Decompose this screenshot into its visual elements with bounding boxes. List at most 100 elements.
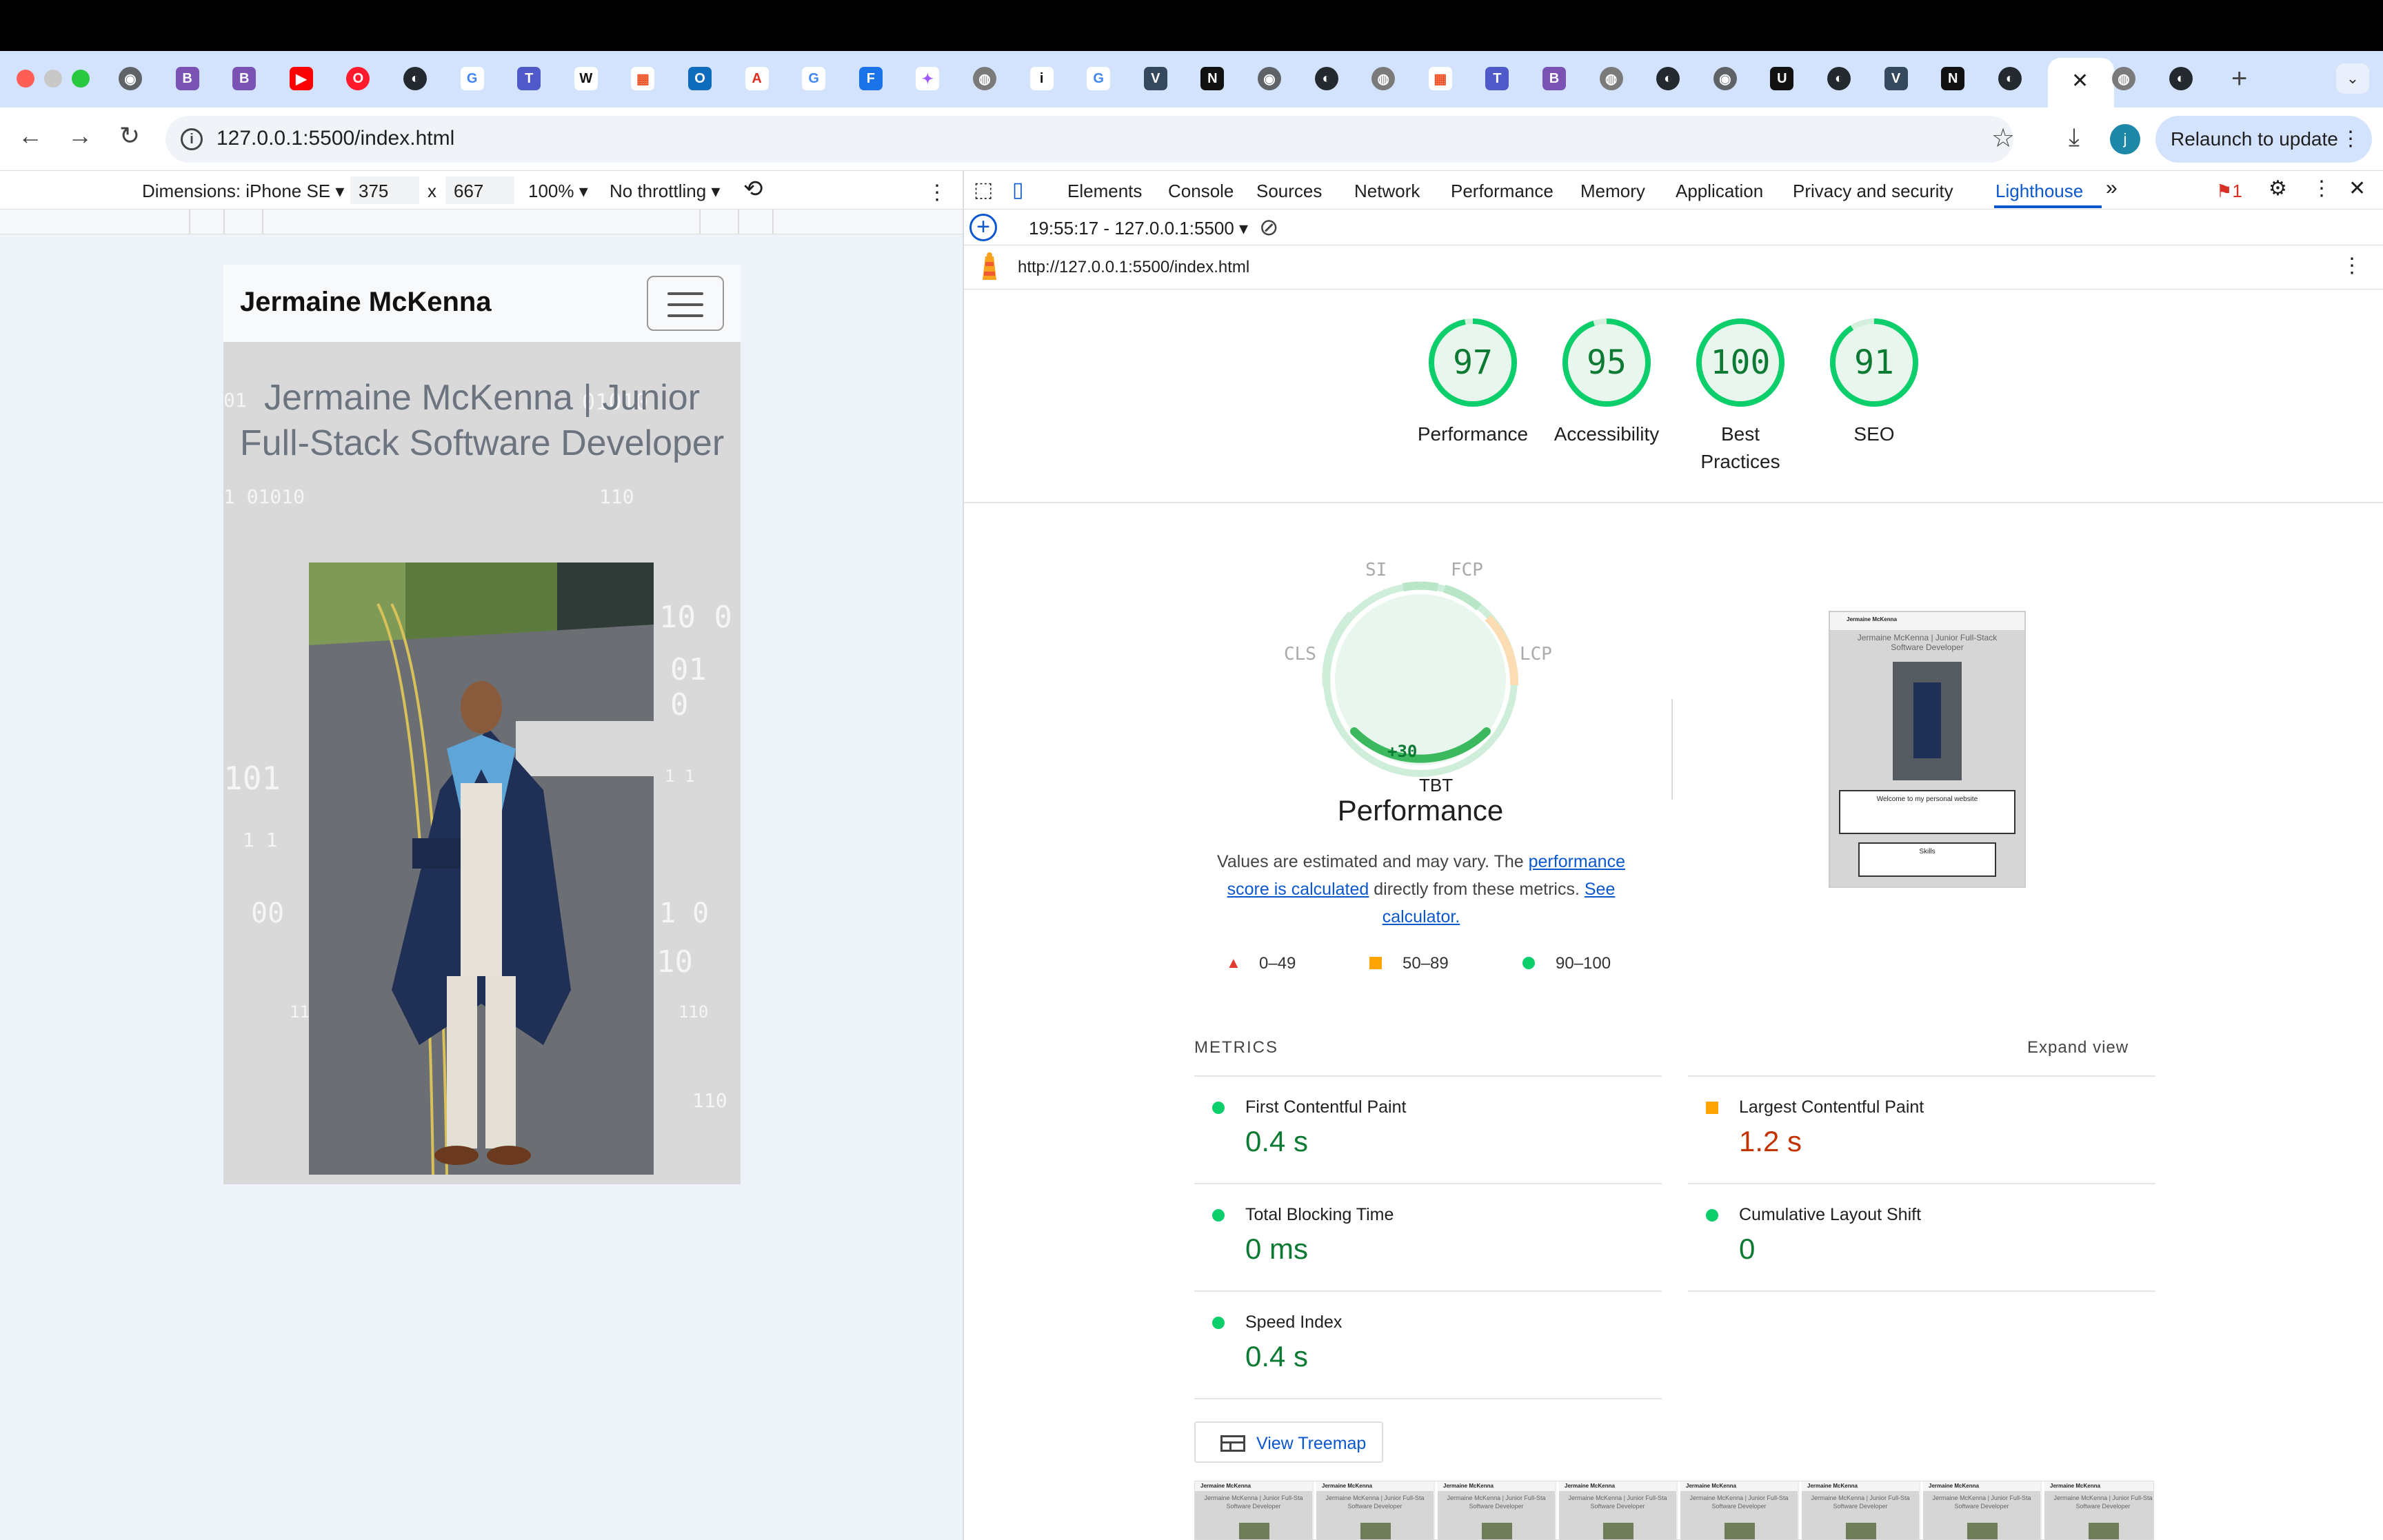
devtools-tab-lighthouse[interactable]: Lighthouse <box>1995 181 2083 202</box>
zoom-select[interactable]: 100% ▾ <box>528 181 588 202</box>
bookmark-star-icon[interactable]: ☆ <box>1991 123 2015 154</box>
f-tab-icon[interactable]: F <box>858 67 883 90</box>
new-tab-button[interactable]: + <box>2231 63 2247 94</box>
final-screenshot-thumbnail[interactable]: Jermaine McKenna Jermaine McKenna | Juni… <box>1829 611 2026 888</box>
maximize-window-button[interactable] <box>72 70 90 88</box>
devtools-tab-console[interactable]: Console <box>1168 181 1234 202</box>
close-window-button[interactable] <box>17 70 34 88</box>
more-menu-icon[interactable]: ⋮ <box>2340 116 2361 163</box>
minimize-window-button[interactable] <box>44 70 62 88</box>
filmstrip-brand: Jermaine McKenna <box>1923 1481 2040 1491</box>
gauge-score: 97 <box>1453 343 1493 382</box>
devtools-tab-performance[interactable]: Performance <box>1451 181 1554 202</box>
figma-tab-icon[interactable]: ✦ <box>916 67 940 90</box>
reload-button[interactable]: ↻ <box>113 121 146 150</box>
issues-badge[interactable]: ⚑1 <box>2216 181 2242 202</box>
globe-tab-icon[interactable]: ◍ <box>2112 67 2135 90</box>
chrome-tab-icon[interactable]: ◉ <box>1258 67 1281 90</box>
globe-tab-icon[interactable]: ◍ <box>1599 67 1623 90</box>
globe-tab-icon[interactable]: ◍ <box>1371 67 1396 90</box>
view-treemap-button[interactable]: View Treemap <box>1194 1421 1383 1463</box>
active-tab[interactable]: ✕ <box>2048 58 2114 108</box>
devtools-tab-network[interactable]: Network <box>1354 181 1420 202</box>
teams-tab-icon[interactable]: T <box>1485 67 1509 90</box>
devtools-tab-privacy-and-security[interactable]: Privacy and security <box>1793 181 1953 202</box>
ruler-tick <box>262 210 263 234</box>
metric-value: 0.4 s <box>1245 1125 1309 1157</box>
github-tab-icon[interactable]: ◐ <box>1656 67 1680 90</box>
new-report-icon[interactable]: + <box>969 214 997 241</box>
pane-divider[interactable] <box>963 171 964 1540</box>
report-url[interactable]: http://127.0.0.1:5500/index.html <box>1018 258 1249 277</box>
filmstrip-title: Jermaine McKenna | Junior Full-Sta Softw… <box>1568 1495 1667 1510</box>
github-tab-icon[interactable]: ◐ <box>2169 67 2193 90</box>
device-dimensions-select[interactable]: Dimensions: iPhone SE ▾ <box>142 181 344 202</box>
b-tab-icon[interactable]: B <box>175 67 199 90</box>
g-tab-icon[interactable]: G <box>1087 67 1111 90</box>
acrobat-tab-icon[interactable]: A <box>745 67 769 90</box>
inspect-element-icon[interactable]: ⬚ <box>974 178 993 202</box>
report-menu-icon[interactable]: ⋮ <box>2342 254 2362 278</box>
chrome-tab-icon[interactable]: ◉ <box>1713 67 1737 90</box>
expand-view-toggle[interactable]: Expand view <box>2027 1038 2129 1057</box>
github-tab-icon[interactable]: ◐ <box>403 67 427 90</box>
device-width-input[interactable]: 375 <box>350 176 419 204</box>
site-info-icon[interactable]: i <box>181 128 203 150</box>
forward-button[interactable]: → <box>63 121 97 150</box>
teams-tab-icon[interactable]: T <box>517 67 541 90</box>
b-tab-icon[interactable]: B <box>1542 67 1566 90</box>
close-tab-icon[interactable]: ✕ <box>2071 69 2089 93</box>
legend-average: 50–89 <box>1402 954 1449 973</box>
clear-reports-icon[interactable]: ⊘ <box>1259 214 1279 241</box>
device-more-icon[interactable]: ⋮ <box>927 181 947 205</box>
youtube-tab-icon[interactable]: ▶ <box>289 67 313 90</box>
globe-tab-icon[interactable]: ◍ <box>973 67 996 90</box>
device-height-input[interactable]: 667 <box>445 176 514 204</box>
profile-avatar[interactable]: j <box>2110 124 2140 154</box>
si-label: SI <box>1365 560 1387 580</box>
github-tab-icon[interactable]: ◐ <box>1314 67 1338 90</box>
more-tabs-icon[interactable]: » <box>2106 176 2118 200</box>
vue-tab-icon[interactable]: V <box>1884 67 1908 90</box>
devtools-tab-application[interactable]: Application <box>1676 181 1763 202</box>
report-select[interactable]: 19:55:17 - 127.0.0.1:5500 ▾ <box>1029 218 1248 239</box>
devtools-tab-sources[interactable]: Sources <box>1256 181 1322 202</box>
notion-tab-icon[interactable]: N <box>1941 67 1965 90</box>
github-tab-icon[interactable]: ◐ <box>1998 67 2022 90</box>
address-url[interactable]: 127.0.0.1:5500/index.html <box>217 127 454 150</box>
github-tab-icon[interactable]: ◐ <box>1827 67 1851 90</box>
metric-name: Largest Contentful Paint <box>1739 1097 1924 1117</box>
notion-tab-icon[interactable]: N <box>1200 67 1225 90</box>
download-icon[interactable]: ⤓ <box>2069 123 2080 152</box>
legend-pass: 90–100 <box>1556 954 1611 973</box>
close-devtools-icon[interactable]: ✕ <box>2349 176 2366 201</box>
g-tab-icon[interactable]: G <box>802 67 826 90</box>
tab-search-button[interactable]: ⌄ <box>2336 63 2369 94</box>
filmstrip-frame: Jermaine McKenna Jermaine McKenna | Junio… <box>1923 1481 2042 1539</box>
vue-tab-icon[interactable]: V <box>1143 67 1167 90</box>
devtools-tab-elements[interactable]: Elements <box>1067 181 1142 202</box>
fail-triangle-icon: ▲ <box>1226 954 1241 971</box>
back-button[interactable]: ← <box>14 121 47 150</box>
relaunch-button[interactable]: Relaunch to update ⋮ <box>2155 116 2372 163</box>
devtools-menu-icon[interactable]: ⋮ <box>2311 176 2332 201</box>
chrome-tab-icon[interactable]: ◉ <box>119 67 142 90</box>
gauge-score: 91 <box>1854 343 1894 382</box>
g-tab-icon[interactable]: G <box>460 67 484 90</box>
device-toolbar-icon[interactable]: ▯ <box>1012 178 1024 202</box>
u-tab-icon[interactable]: U <box>1770 67 1794 90</box>
site-brand[interactable]: Jermaine McKenna <box>240 287 492 318</box>
microsoft-tab-icon[interactable]: ▦ <box>631 67 655 90</box>
settings-gear-icon[interactable]: ⚙ <box>2269 176 2287 201</box>
outlook-tab-icon[interactable]: O <box>688 67 712 90</box>
microsoft-tab-icon[interactable]: ▦ <box>1428 67 1452 90</box>
b-tab-icon[interactable]: B <box>232 67 257 90</box>
throttling-select[interactable]: No throttling ▾ <box>610 181 720 202</box>
i-tab-icon[interactable]: i <box>1029 67 1054 90</box>
w-tab-icon[interactable]: W <box>574 67 598 90</box>
media-query-ruler[interactable] <box>0 210 963 234</box>
rotate-icon[interactable]: ⟲ <box>743 175 763 203</box>
devtools-tab-memory[interactable]: Memory <box>1580 181 1645 202</box>
hamburger-menu-icon[interactable] <box>647 276 724 331</box>
tbt-label: TBT <box>1419 775 1454 796</box>
